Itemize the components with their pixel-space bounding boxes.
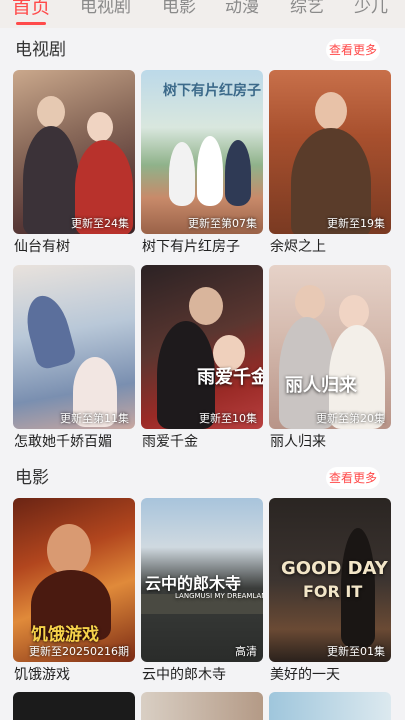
card-title[interactable]: 云中的郎木寺 [142,666,226,684]
poster-tv-6[interactable]: 丽人归来 更新至第20集 [269,265,391,429]
poster-figure [315,92,347,130]
card-title[interactable]: 仙台有树 [14,238,70,256]
tab-movies[interactable]: 电影 [162,0,196,19]
cover-title-line1: GOOD DAY [281,558,388,579]
update-badge: 更新至10集 [199,412,257,425]
poster-figure [20,291,78,371]
poster-movie-4[interactable] [13,692,135,720]
poster-figure [197,136,223,206]
poster-movie-5[interactable] [141,692,263,720]
section-title-tv: 电视剧 [15,40,66,60]
poster-figure [295,285,325,319]
update-badge: 更新至24集 [71,217,129,230]
card-title[interactable]: 怎敢她千娇百媚 [14,433,112,451]
cover-title: 树下有片红房子 [163,83,261,99]
poster-figure [189,287,223,325]
poster-tv-4[interactable]: 更新至第11集 [13,265,135,429]
poster-movie-1[interactable]: 饥饿游戏 更新至20250216期 [13,498,135,662]
active-tab-indicator [16,22,46,25]
poster-movie-6[interactable] [269,692,391,720]
tab-variety[interactable]: 综艺 [290,0,324,19]
poster-figure [339,295,369,329]
card-title[interactable]: 树下有片红房子 [142,238,240,256]
card-title[interactable]: 饥饿游戏 [14,666,70,684]
poster-tv-2[interactable]: 树下有片红房子 更新至第07集 [141,70,263,234]
poster-movie-3[interactable]: GOOD DAY FOR IT 更新至01集 [269,498,391,662]
update-badge: 更新至01集 [327,645,385,658]
tab-anime[interactable]: 动漫 [225,0,259,19]
cover-title: 云中的郎木寺 [145,574,242,593]
update-badge: 更新至第11集 [60,412,129,425]
poster-figure [37,96,65,128]
quality-badge: 高清 [235,645,257,658]
card-title[interactable]: 丽人归来 [270,433,326,451]
poster-figure [169,142,195,206]
tab-kids[interactable]: 少儿 [354,0,388,19]
card-title[interactable]: 雨爱千金 [142,433,198,451]
tab-tv-series[interactable]: 电视剧 [80,0,131,19]
poster-figure [87,112,113,142]
update-badge: 更新至20250216期 [29,645,129,658]
poster-tv-3[interactable]: 更新至19集 [269,70,391,234]
update-badge: 更新至第20集 [316,412,385,425]
update-badge: 更新至第07集 [188,217,257,230]
cover-title-line2: FOR IT [303,582,363,601]
poster-figure [225,140,251,206]
cover-title: 饥饿游戏 [31,625,99,645]
top-tab-bar: 首页 电视剧 电影 动漫 综艺 少儿 [0,0,405,28]
movies-see-more-button[interactable]: 查看更多 [326,467,380,489]
update-badge: 更新至19集 [327,217,385,230]
card-title[interactable]: 美好的一天 [270,666,340,684]
poster-figure [47,524,91,576]
tab-home[interactable]: 首页 [12,0,50,19]
poster-tv-5[interactable]: 雨爱千金 更新至10集 [141,265,263,429]
poster-movie-2[interactable]: 云中的郎木寺 LANGMUSI MY DREAMLAND 高清 [141,498,263,662]
section-title-movies: 电影 [15,468,49,488]
poster-tv-1[interactable]: 更新至24集 [13,70,135,234]
cover-title: 雨爱千金 [197,367,263,388]
cover-title: 丽人归来 [285,375,357,396]
card-title[interactable]: 余烬之上 [270,238,326,256]
tv-see-more-button[interactable]: 查看更多 [326,39,380,61]
cover-subtitle: LANGMUSI MY DREAMLAND [175,592,263,600]
